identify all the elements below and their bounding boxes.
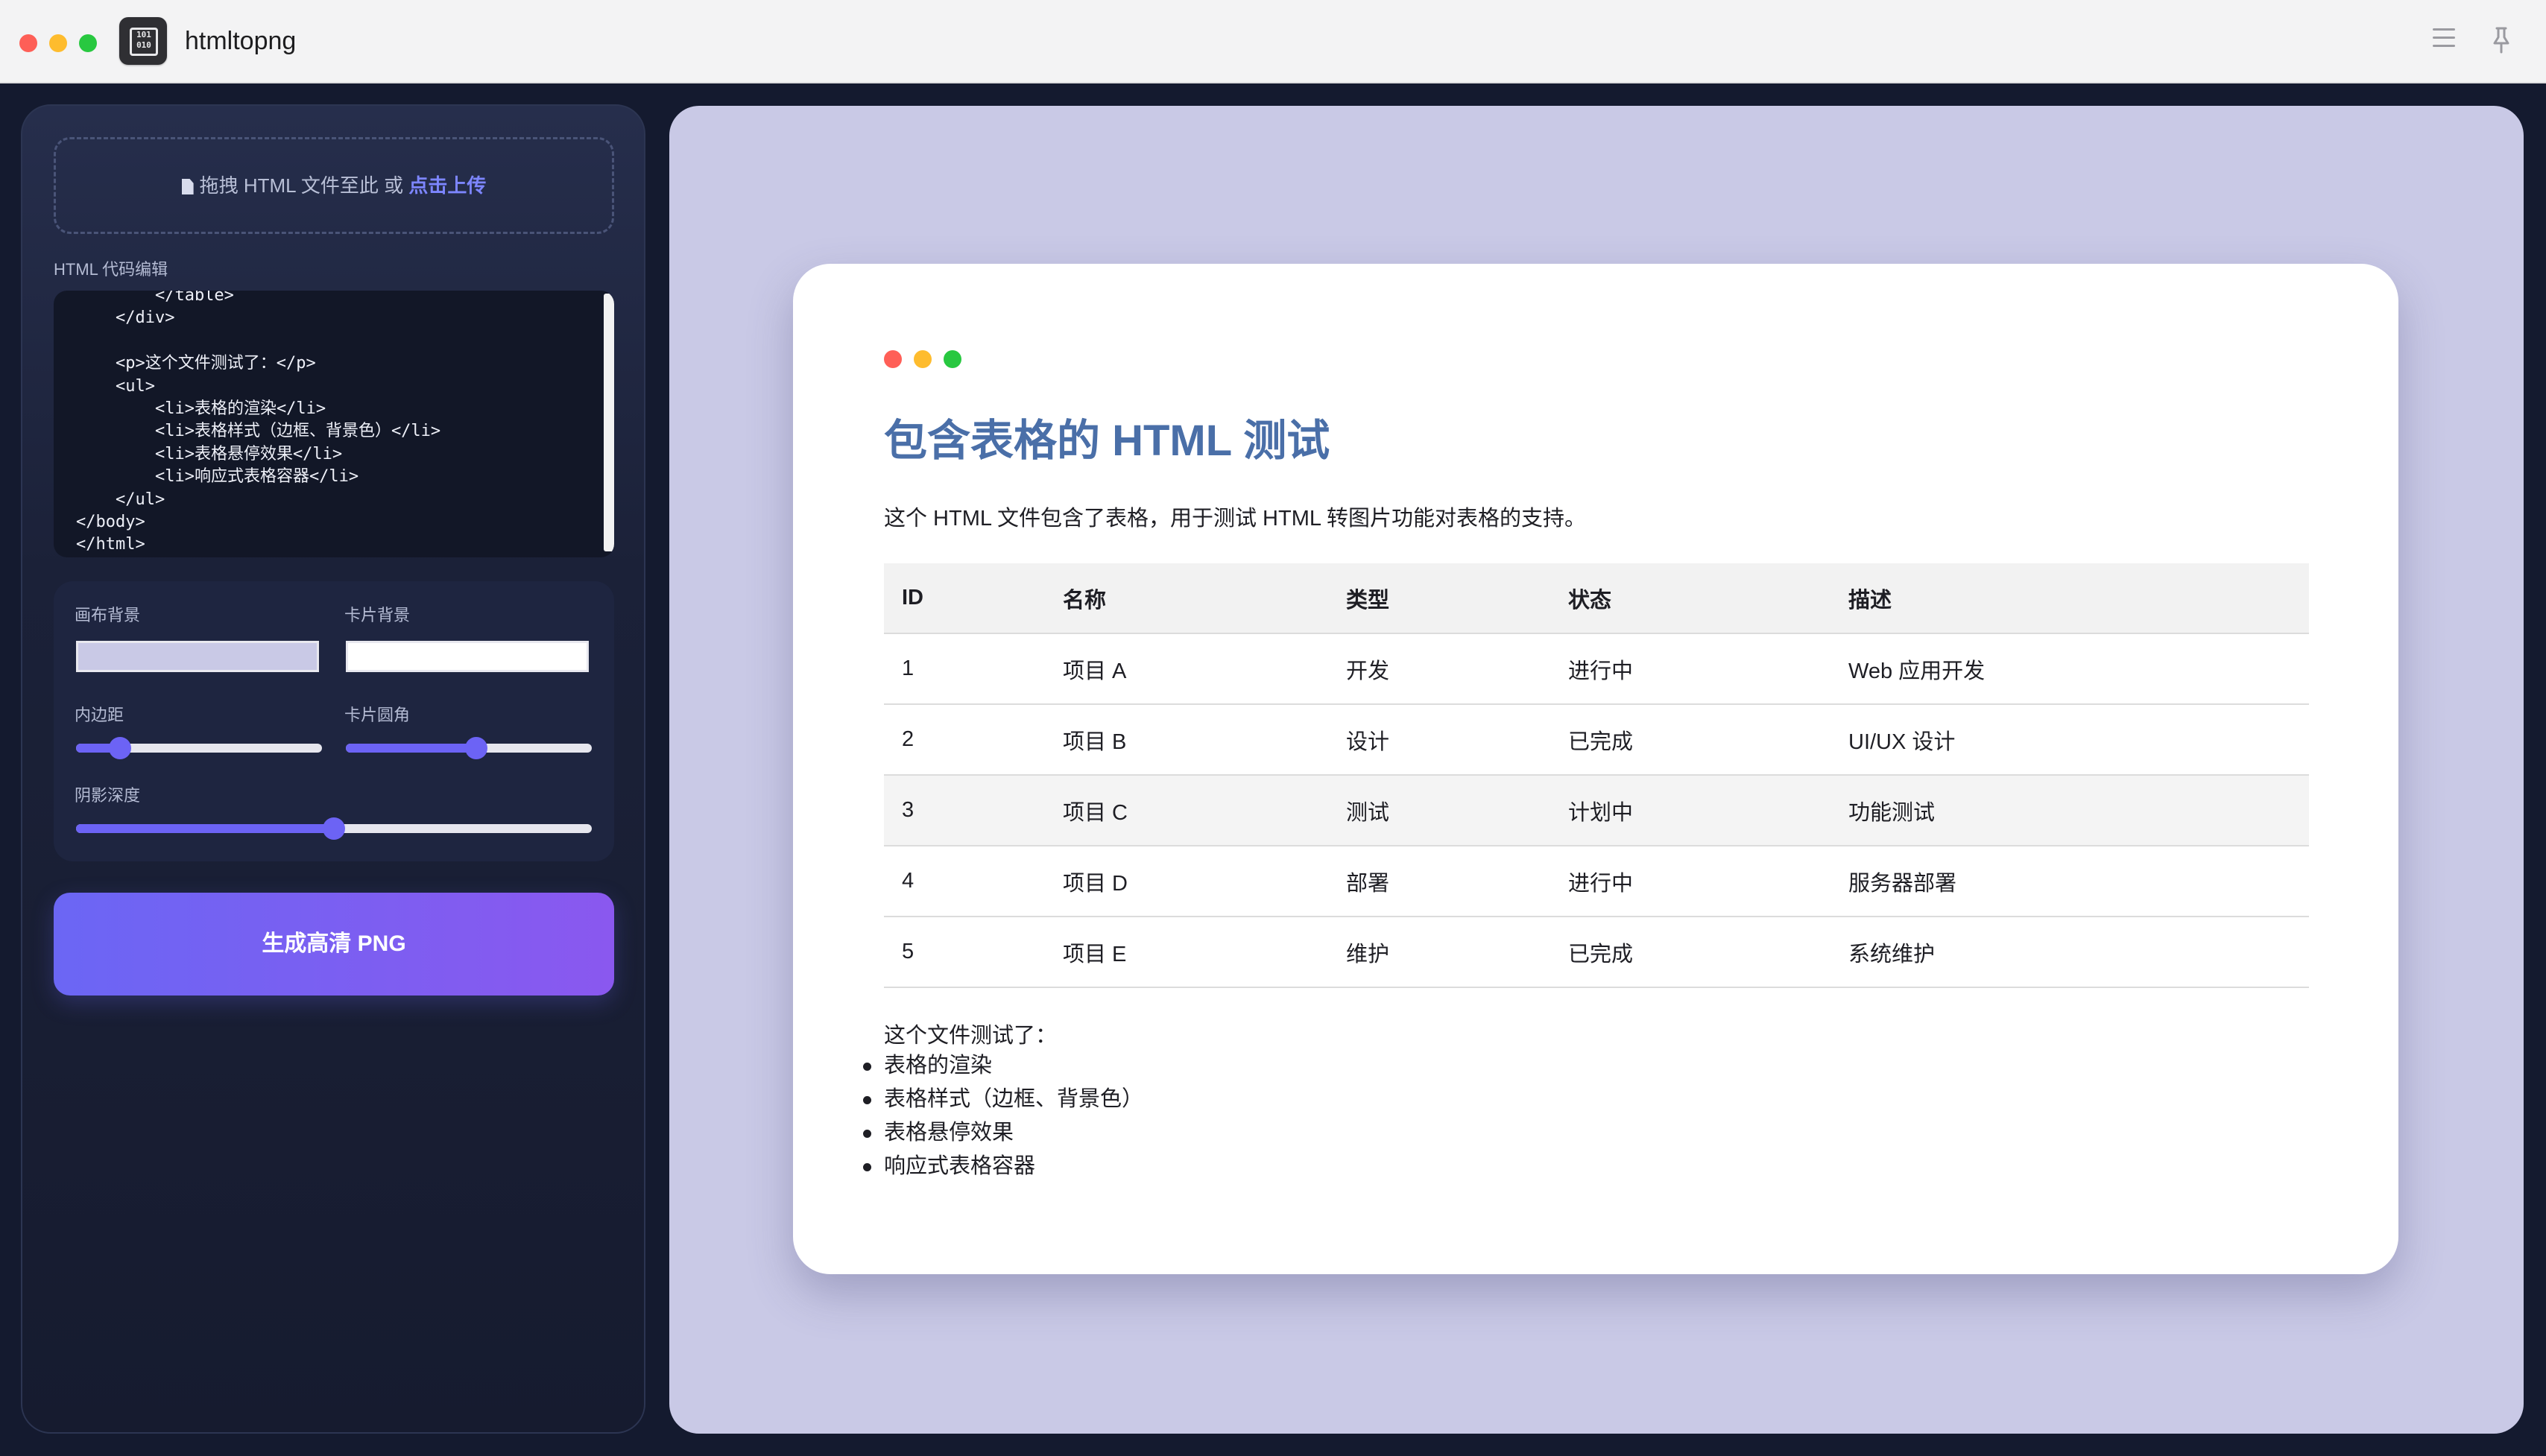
table-header: 类型 [1328,563,1550,634]
style-controls: 画布背景 卡片背景 内边距 卡片圆角 阴影深度 [54,581,614,861]
table-cell: 服务器部署 [1830,846,2309,917]
code-editor-content[interactable]: </table> </div> <p>这个文件测试了：</p> <ul> <li… [76,291,440,557]
padding-label: 内边距 [75,706,124,724]
table-cell: UI/UX 设计 [1830,704,2309,776]
table-cell: 项目 A [1045,633,1328,705]
minimize-window-button[interactable] [49,34,67,52]
table-cell: 2 [884,704,1045,776]
list-item: 表格样式（边框、背景色） [862,1083,1143,1116]
table-row: 1 项目 A 开发 进行中 Web 应用开发 [884,633,2309,705]
padding-slider-thumb[interactable] [109,737,132,759]
table-header: 状态 [1550,563,1830,634]
card-green-dot [944,350,961,368]
list-item: 响应式表格容器 [862,1150,1143,1183]
table-cell: 系统维护 [1830,917,2309,988]
dropzone-text: 拖拽 HTML 文件至此 或 [199,174,409,197]
table-header-row: ID 名称 类型 状态 描述 [884,563,2309,634]
table-cell: 设计 [1328,704,1550,776]
table-row: 4 项目 D 部署 进行中 服务器部署 [884,846,2309,917]
card-radius-slider[interactable] [346,737,592,759]
table-cell: 功能测试 [1830,775,2309,846]
preview-canvas: 包含表格的 HTML 测试 这个 HTML 文件包含了表格，用于测试 HTML … [669,106,2524,1434]
card-bg-label: 卡片背景 [344,606,411,624]
shadow-depth-label: 阴影深度 [75,786,141,805]
binary-app-icon: 101 010 [119,17,167,65]
table-cell: 开发 [1328,633,1550,705]
test-list: 表格的渲染 表格样式（边框、背景色） 表格悬停效果 响应式表格容器 [862,1049,1143,1183]
preview-title: 包含表格的 HTML 测试 [884,417,1330,465]
list-item: 表格的渲染 [862,1049,1143,1083]
table-row: 5 项目 E 维护 已完成 系统维护 [884,917,2309,988]
table-cell: 项目 D [1045,846,1328,917]
app-title: htmltopng [185,27,297,55]
hamburger-menu-icon[interactable] [2433,28,2455,48]
file-dropzone[interactable]: 拖拽 HTML 文件至此 或 点击上传 [54,137,614,234]
table-header: 描述 [1830,563,2309,634]
card-yellow-dot [914,350,932,368]
table-cell: 项目 B [1045,704,1328,776]
shadow-depth-slider-fill [76,824,334,833]
table-row: 3 项目 C 测试 计划中 功能测试 [884,775,2309,846]
table-cell: 3 [884,775,1045,846]
code-editor-scrollbar[interactable] [604,294,614,551]
card-bg-color-picker[interactable] [346,641,589,672]
pin-icon[interactable] [2491,25,2512,55]
shadow-depth-slider-thumb[interactable] [323,817,345,840]
card-radius-label: 卡片圆角 [344,706,411,724]
table-cell: 项目 E [1045,917,1328,988]
table-cell: 5 [884,917,1045,988]
card-radius-slider-thumb[interactable] [464,737,487,759]
app-window: 101 010 htmltopng 拖拽 HTML 文件至此 或 点击上传 HTM… [0,0,2546,1456]
card-radius-slider-fill [346,744,476,753]
preview-intro: 这个 HTML 文件包含了表格，用于测试 HTML 转图片功能对表格的支持。 [884,507,1586,531]
shadow-depth-slider[interactable] [76,817,592,840]
table-cell: 进行中 [1550,846,1830,917]
close-window-button[interactable] [19,34,37,52]
padding-slider[interactable] [76,737,322,759]
table-cell: 维护 [1328,917,1550,988]
list-item: 表格悬停效果 [862,1116,1143,1150]
title-bar: 101 010 htmltopng [0,0,2546,83]
canvas-bg-label: 画布背景 [75,606,141,624]
canvas-bg-color-picker[interactable] [76,641,319,672]
table-cell: 1 [884,633,1045,705]
table-cell: 已完成 [1550,704,1830,776]
table-cell: Web 应用开发 [1830,633,2309,705]
table-cell: 计划中 [1550,775,1830,846]
table-header: ID [884,563,1045,634]
table-header: 名称 [1045,563,1328,634]
table-cell: 进行中 [1550,633,1830,705]
table-cell: 已完成 [1550,917,1830,988]
file-icon [181,179,194,194]
table-cell: 测试 [1328,775,1550,846]
preview-card: 包含表格的 HTML 测试 这个 HTML 文件包含了表格，用于测试 HTML … [793,264,2398,1274]
preview-table: ID 名称 类型 状态 描述 1 项目 A 开发 进行中 Web 应用开发 2 … [884,563,2309,988]
generate-png-button[interactable]: 生成高清 PNG [54,893,614,996]
upload-link[interactable]: 点击上传 [408,174,486,197]
card-red-dot [884,350,902,368]
table-cell: 项目 C [1045,775,1328,846]
code-editor[interactable]: </table> </div> <p>这个文件测试了：</p> <ul> <li… [54,291,614,557]
app-icon-glyph: 101 010 [130,28,158,56]
table-cell: 部署 [1328,846,1550,917]
table-cell: 4 [884,846,1045,917]
test-list-title: 这个文件测试了： [884,1024,1058,1048]
table-row: 2 项目 B 设计 已完成 UI/UX 设计 [884,704,2309,776]
code-editor-label: HTML 代码编辑 [54,260,168,279]
maximize-window-button[interactable] [79,34,97,52]
